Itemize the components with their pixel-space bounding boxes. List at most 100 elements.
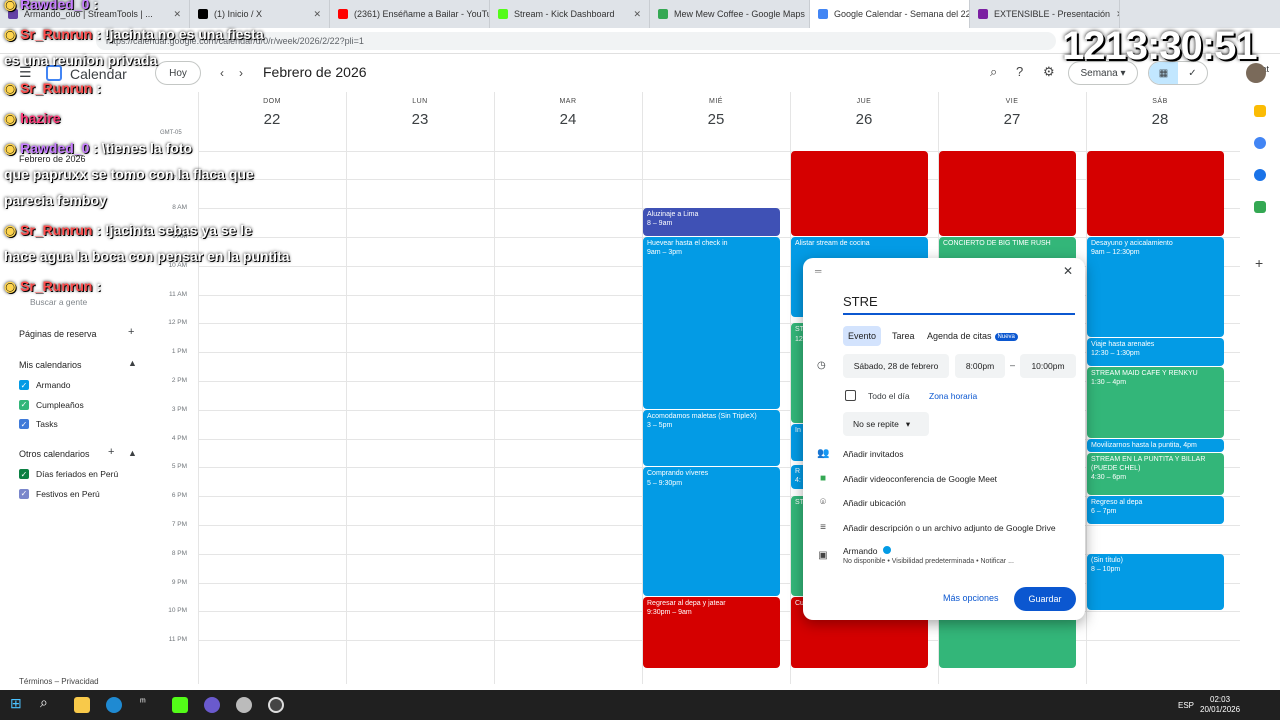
- language-indicator[interactable]: ESP: [1178, 701, 1194, 710]
- calendar-event[interactable]: Movilizarnos hasta la puntita, 4pm: [1087, 438, 1224, 453]
- tab-appointment[interactable]: Agenda de citas Nueva: [922, 326, 1023, 346]
- calendar-checkbox[interactable]: ✓: [19, 380, 29, 390]
- day-number[interactable]: 28: [1086, 111, 1234, 128]
- event-title: Regresar al depa y jatear: [647, 600, 726, 608]
- day-header[interactable]: SÁB 28: [1086, 92, 1234, 142]
- event-time: 12:30 – 1:30pm: [1091, 349, 1140, 357]
- add-meet-row[interactable]: ■ Añadir videoconferencia de Google Meet: [817, 473, 997, 484]
- calendar-list-item[interactable]: ✓ Armando: [19, 380, 71, 390]
- collapse-other-chevron-icon[interactable]: ▲: [128, 448, 137, 458]
- calendar-event[interactable]: (Sin título) 8 – 10pm: [1087, 553, 1224, 611]
- calendar-event[interactable]: Regreso al depa 6 – 7pm: [1087, 496, 1224, 525]
- add-booking-icon[interactable]: +: [128, 326, 134, 338]
- hour-label: 6 PM: [171, 492, 187, 500]
- calendar-checkbox[interactable]: ✓: [19, 469, 29, 479]
- my-calendars-title[interactable]: Mis calendarios: [19, 360, 82, 370]
- calendar-event[interactable]: Viaje hasta arenales 12:30 – 1:30pm: [1087, 337, 1224, 366]
- owner-subtext: No disponible • Visibilidad predetermina…: [843, 558, 1014, 565]
- help-icon[interactable]: ?: [1016, 64, 1023, 79]
- calendar-event[interactable]: Desayuno y acicalamiento 9am – 12:30pm: [1087, 237, 1224, 337]
- day-header[interactable]: MIÉ 25: [642, 92, 790, 142]
- chat-badge-icon: ◉: [4, 110, 21, 126]
- calendar-event[interactable]: STREAM EN LA PUNTITA Y BILLAR (PUEDE CHE…: [1087, 453, 1224, 496]
- browser-tab[interactable]: Stream - Kick Dashboard ✕: [490, 0, 650, 28]
- keep-icon[interactable]: [1254, 105, 1266, 117]
- day-header[interactable]: MAR 24: [494, 92, 642, 142]
- browser-tab[interactable]: (2361) Enséñame a Bailar - YouTub✕: [330, 0, 490, 28]
- owner-row[interactable]: ▣ Armando No disponible • Visibilidad pr…: [817, 546, 1014, 565]
- search-icon[interactable]: ⌕: [990, 64, 997, 80]
- more-options-button[interactable]: Más opciones: [943, 593, 999, 603]
- terms-privacy-link[interactable]: Términos – Privacidad: [19, 677, 99, 686]
- calendar-event[interactable]: [939, 150, 1076, 237]
- other-calendars-title[interactable]: Otros calendarios: [19, 449, 90, 459]
- calendar-event[interactable]: STREAM MAID CAFE Y RENKYU 1:30 – 4pm: [1087, 366, 1224, 438]
- edge-icon[interactable]: [106, 697, 122, 713]
- repeat-select[interactable]: No se repite ▾: [843, 412, 929, 436]
- calendar-event[interactable]: Acomodamos maletas (Sin TripleX) 3 – 5pm: [643, 409, 780, 467]
- tab-event[interactable]: Evento: [843, 326, 882, 346]
- calendar-checkbox[interactable]: ✓: [19, 399, 29, 410]
- end-time-field[interactable]: 10:00pm: [1020, 354, 1076, 378]
- all-day-checkbox[interactable]: [845, 390, 856, 401]
- calendar-list-item[interactable]: ✓ Festivos en Perú: [19, 488, 100, 499]
- calendar-list-item[interactable]: ✓ Cumpleaños: [19, 399, 84, 410]
- add-location-row[interactable]: ⌾ Añadir ubicación: [817, 497, 906, 508]
- obs-icon[interactable]: [268, 697, 284, 713]
- calendar-event[interactable]: Aluzinaje a Lima 8 – 9am: [643, 208, 780, 237]
- day-number[interactable]: 27: [938, 111, 1086, 128]
- day-number[interactable]: 26: [790, 111, 938, 128]
- contacts-icon[interactable]: [1254, 169, 1266, 181]
- drag-handle-icon[interactable]: ═: [815, 266, 821, 276]
- quick-event-dialog: ═ ✕ STRE Evento Tarea Agenda de citas Nue…: [803, 258, 1085, 620]
- app-icon[interactable]: ᵐ: [140, 697, 156, 713]
- calendar-list-item[interactable]: ✓ Tasks: [19, 419, 58, 429]
- calendar-event[interactable]: Regresar al depa y jatear 9:30pm – 9am: [643, 597, 780, 669]
- day-number[interactable]: 25: [642, 111, 790, 128]
- calendar-event[interactable]: Comprando víveres 5 – 9:30pm: [643, 467, 780, 597]
- close-tab-icon[interactable]: ✕: [627, 9, 641, 20]
- calendar-checkbox[interactable]: ✓: [19, 488, 29, 499]
- file-explorer-icon[interactable]: [74, 697, 90, 713]
- add-description-row[interactable]: ≡ Añadir descripción o un archivo adjunto…: [817, 522, 1056, 533]
- day-header[interactable]: LUN 23: [346, 92, 494, 142]
- calendar-checkbox[interactable]: ✓: [19, 419, 29, 429]
- close-icon[interactable]: ✕: [1063, 264, 1073, 278]
- add-addon-icon[interactable]: +: [1255, 255, 1267, 271]
- event-time: 3 – 5pm: [647, 421, 673, 429]
- timezone-link[interactable]: Zona horaria: [929, 391, 977, 401]
- tasks-icon[interactable]: [1254, 137, 1266, 149]
- calendar-list-item[interactable]: ✓ Días feriados en Perú: [19, 469, 118, 479]
- day-header[interactable]: JUE 26: [790, 92, 938, 142]
- start-time-field[interactable]: 8:00pm: [955, 354, 1005, 378]
- calendar-event[interactable]: [791, 150, 928, 237]
- maps-icon[interactable]: [1254, 201, 1266, 213]
- event-title: Desayuno y acicalamiento: [1091, 240, 1173, 248]
- day-number[interactable]: 24: [494, 111, 642, 128]
- owner-color-dot: [882, 546, 891, 554]
- calendar-event[interactable]: Huevear hasta el check in 9am – 3pm: [643, 237, 780, 409]
- close-tab-icon[interactable]: ✕: [1110, 9, 1119, 20]
- add-calendar-icon[interactable]: +: [108, 446, 114, 458]
- calendar-icon: ▣: [818, 550, 828, 561]
- date-field[interactable]: Sábado, 28 de febrero: [843, 354, 949, 378]
- windows-start-icon[interactable]: ⊞: [10, 695, 26, 711]
- add-guests-row[interactable]: 👥 Añadir invitados: [817, 448, 903, 459]
- add-guests-label: Añadir invitados: [843, 448, 904, 459]
- day-number[interactable]: 23: [346, 111, 494, 128]
- browser-tab[interactable]: Google Calendar - Semana del 22 ...✕: [810, 0, 970, 28]
- kick-icon[interactable]: [172, 697, 188, 713]
- collapse-chevron-icon[interactable]: ▲: [128, 358, 137, 368]
- day-divider: [346, 92, 347, 684]
- settings-icon[interactable]: ⚙: [1043, 64, 1055, 80]
- day-header[interactable]: VIE 27: [938, 92, 1086, 142]
- search-taskbar-icon[interactable]: ⌕: [40, 694, 56, 710]
- calendar-event[interactable]: [1087, 150, 1224, 237]
- tab-task[interactable]: Tarea: [887, 326, 920, 346]
- app2-icon[interactable]: [204, 697, 220, 713]
- app3-icon[interactable]: [236, 697, 252, 713]
- save-button[interactable]: Guardar: [1014, 587, 1076, 611]
- browser-tab[interactable]: Mew Mew Coffee - Google Maps✕: [650, 0, 810, 28]
- event-title-input[interactable]: STRE: [843, 294, 1075, 315]
- clock-display[interactable]: 02:03 20/01/2026: [1200, 695, 1240, 716]
